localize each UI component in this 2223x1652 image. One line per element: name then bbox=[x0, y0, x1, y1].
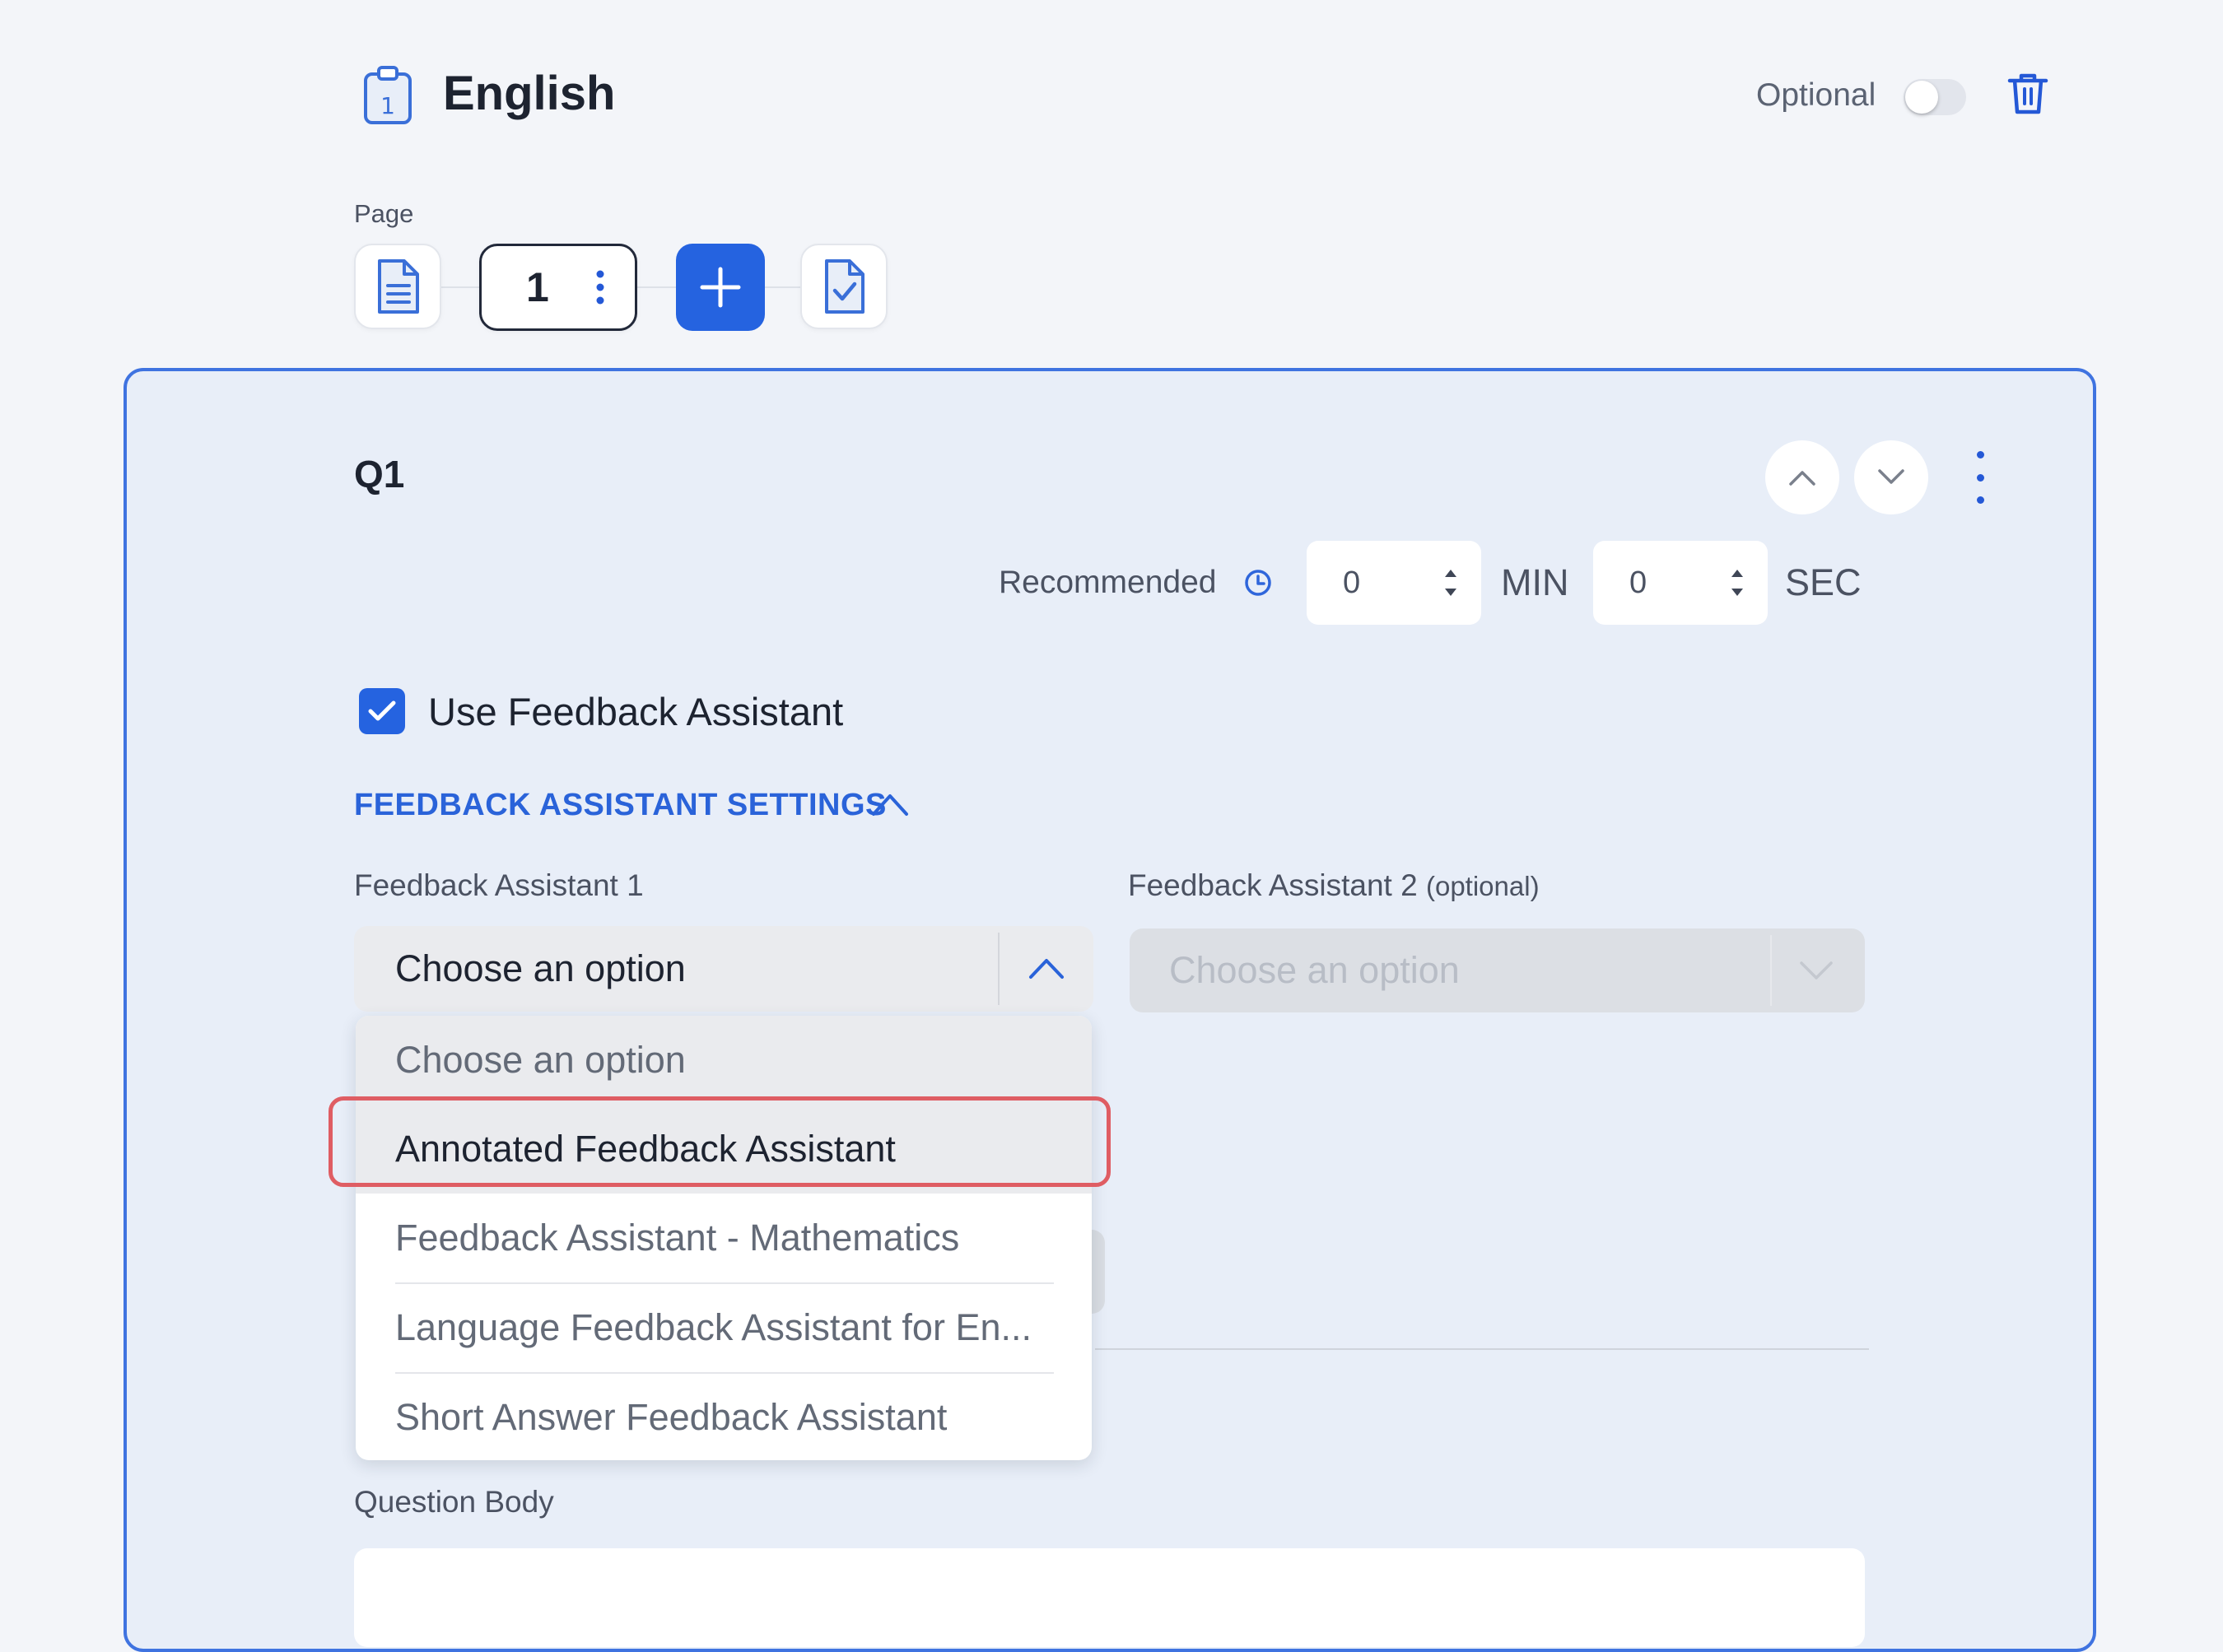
more-vertical-icon[interactable] bbox=[595, 269, 605, 305]
page-number: 1 bbox=[526, 264, 549, 310]
plus-icon bbox=[700, 267, 741, 308]
minutes-value: 0 bbox=[1343, 565, 1361, 600]
fa1-selected-value: Choose an option bbox=[395, 947, 686, 989]
page-intro-button[interactable] bbox=[354, 244, 441, 329]
highlight-annotation bbox=[329, 1096, 1111, 1187]
select-divider bbox=[1770, 935, 1772, 1006]
feedback-assistant-1-label: Feedback Assistant 1 bbox=[354, 868, 644, 902]
minutes-input[interactable]: 0 bbox=[1307, 541, 1481, 625]
feedback-settings-toggle[interactable]: FEEDBACK ASSISTANT SETTINGS bbox=[354, 785, 887, 825]
document-icon bbox=[378, 259, 419, 314]
add-page-button[interactable] bbox=[676, 244, 765, 331]
use-feedback-assistant-label[interactable]: Use Feedback Assistant bbox=[428, 688, 843, 736]
question-more-icon[interactable] bbox=[1964, 451, 1997, 504]
fa1-dropdown-list: Choose an option Annotated Feedback Assi… bbox=[356, 1016, 1092, 1460]
toggle-knob bbox=[1905, 81, 1938, 114]
chevron-up-icon bbox=[1789, 471, 1815, 486]
page-review-button[interactable] bbox=[800, 244, 888, 329]
dropdown-option[interactable]: Language Feedback Assistant for En... bbox=[356, 1283, 1092, 1372]
chevron-down-icon bbox=[1878, 469, 1904, 484]
feedback-assistant-1-select[interactable]: Choose an option bbox=[354, 926, 1093, 1012]
fa2-placeholder: Choose an option bbox=[1169, 949, 1460, 991]
clock-icon bbox=[1245, 570, 1271, 596]
select-divider bbox=[998, 933, 1000, 1005]
chevron-up-icon[interactable] bbox=[1028, 954, 1065, 982]
dropdown-option[interactable]: Choose an option bbox=[356, 1016, 1092, 1105]
feedback-assistant-2-select[interactable]: Choose an option bbox=[1130, 928, 1865, 1012]
optional-toggle[interactable] bbox=[1904, 79, 1966, 115]
question-body-label: Question Body bbox=[354, 1485, 554, 1519]
clipboard-number-icon: 1 bbox=[364, 66, 412, 124]
chevron-down-icon bbox=[1800, 961, 1833, 980]
seconds-input[interactable]: 0 bbox=[1593, 541, 1768, 625]
spinner-icon[interactable] bbox=[1442, 565, 1460, 600]
dropdown-option[interactable]: Short Answer Feedback Assistant bbox=[356, 1373, 1092, 1460]
chevron-up-icon[interactable] bbox=[869, 789, 911, 820]
use-feedback-assistant-checkbox[interactable] bbox=[359, 688, 405, 734]
checkmark-icon bbox=[368, 700, 396, 721]
minutes-unit: MIN bbox=[1501, 561, 1569, 603]
seconds-unit: SEC bbox=[1785, 561, 1862, 603]
feedback-assistant-2-label: Feedback Assistant 2 (optional) bbox=[1128, 867, 1540, 905]
trash-icon[interactable] bbox=[2006, 71, 2049, 117]
clipboard-check-icon bbox=[825, 259, 864, 314]
section-divider bbox=[1095, 1348, 1869, 1350]
page-1-button[interactable]: 1 bbox=[479, 244, 637, 331]
page-label: Page bbox=[354, 199, 414, 228]
seconds-value: 0 bbox=[1629, 565, 1647, 600]
page-title: English bbox=[443, 67, 616, 120]
question-body-editor[interactable] bbox=[354, 1548, 1865, 1647]
svg-text:1: 1 bbox=[380, 92, 395, 119]
move-up-button[interactable] bbox=[1765, 440, 1839, 514]
spinner-icon[interactable] bbox=[1728, 565, 1746, 600]
fa2-label-text: Feedback Assistant 2 bbox=[1128, 868, 1418, 902]
dropdown-option[interactable]: Feedback Assistant - Mathematics bbox=[356, 1194, 1092, 1282]
fa2-label-suffix: (optional) bbox=[1425, 871, 1540, 901]
move-down-button[interactable] bbox=[1854, 440, 1928, 514]
recommended-label: Recommended bbox=[999, 565, 1217, 600]
optional-label: Optional bbox=[1756, 77, 1876, 113]
question-label: Q1 bbox=[354, 453, 405, 496]
